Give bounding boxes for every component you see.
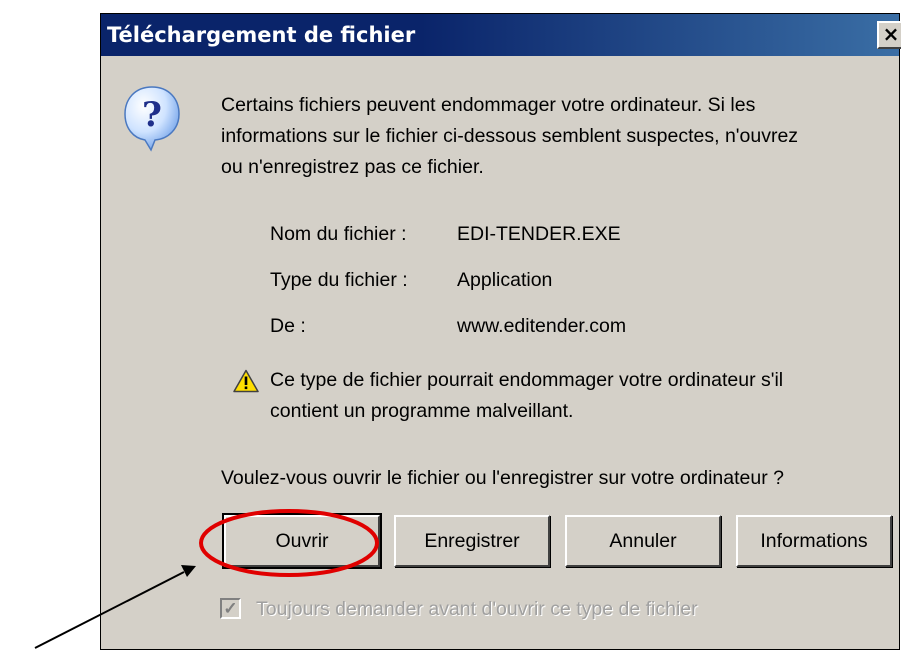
info-button[interactable]: Informations bbox=[736, 515, 892, 567]
file-type-label: Type du fichier : bbox=[270, 269, 408, 291]
save-button[interactable]: Enregistrer bbox=[394, 515, 550, 567]
close-button[interactable]: × bbox=[877, 21, 901, 49]
warning-line-1: Ce type de fichier pourrait endommager v… bbox=[270, 369, 784, 391]
cancel-button[interactable]: Annuler bbox=[565, 515, 721, 567]
always-ask-checkbox[interactable]: ✓ bbox=[220, 598, 241, 619]
dialog-title: Téléchargement de fichier bbox=[107, 23, 416, 47]
title-bar[interactable]: Téléchargement de fichier × bbox=[101, 14, 901, 56]
warning-icon bbox=[233, 369, 259, 393]
open-button[interactable]: Ouvrir bbox=[222, 513, 382, 569]
svg-text:?: ? bbox=[142, 95, 162, 135]
always-ask-label: Toujours demander avant d'ouvrir ce type… bbox=[256, 598, 698, 620]
message-line-3: ou n'enregistrez pas ce fichier. bbox=[221, 156, 484, 178]
download-question: Voulez-vous ouvrir le fichier ou l'enreg… bbox=[221, 467, 784, 489]
file-name-value: EDI-TENDER.EXE bbox=[457, 223, 621, 245]
file-source-value: www.editender.com bbox=[457, 315, 627, 337]
file-type-value: Application bbox=[457, 269, 553, 291]
message-line-2: informations sur le fichier ci-dessous s… bbox=[221, 125, 799, 147]
question-icon: ? bbox=[124, 86, 180, 152]
message-line-1: Certains fichiers peuvent endommager vot… bbox=[221, 94, 756, 116]
file-download-dialog: Téléchargement de fichier × ? Certains f… bbox=[100, 13, 901, 650]
warning-line-2: contient un programme malveillant. bbox=[270, 400, 574, 422]
file-source-label: De : bbox=[270, 315, 306, 337]
file-name-label: Nom du fichier : bbox=[270, 223, 407, 245]
